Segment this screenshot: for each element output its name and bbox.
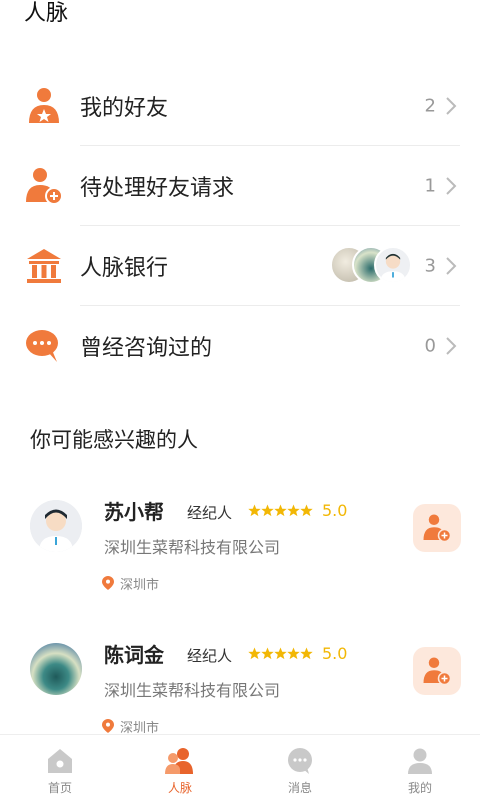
tab-label: 人脉 (167, 781, 192, 795)
chevron-right-icon (446, 177, 457, 195)
rating-stars (248, 647, 314, 661)
page-title: 人脉 (24, 1, 69, 26)
menu-item-label: 人脉银行 (80, 256, 169, 281)
menu-item-count: 2 (424, 95, 436, 117)
chevron-right-icon (446, 97, 457, 115)
chat-bubble-icon (26, 330, 58, 362)
menu-item-my-friends[interactable]: 我的好友 2 (0, 66, 480, 146)
rating-stars (248, 504, 314, 518)
rating-value: 5.0 (322, 501, 348, 520)
add-friend-icon (423, 657, 452, 686)
person-role: 经纪人 (187, 504, 233, 522)
person-company: 深圳生菜帮科技有限公司 (104, 681, 281, 700)
menu-item-label: 曾经咨询过的 (80, 336, 213, 361)
rating-value: 5.0 (322, 644, 348, 663)
home-icon (48, 749, 72, 773)
avatar (374, 246, 412, 284)
avatar-stack (330, 246, 414, 286)
person-company: 深圳生菜帮科技有限公司 (104, 538, 281, 557)
add-friend-button[interactable] (413, 504, 461, 552)
person-name: 苏小帮 (104, 500, 164, 524)
menu-item-count: 1 (424, 175, 436, 197)
chevron-right-icon (446, 337, 457, 355)
profile-icon (408, 748, 432, 774)
bottom-tab-bar: 首页 人脉 消息 我的 (0, 734, 480, 800)
menu-item-contact-bank[interactable]: 人脉银行 3 (0, 226, 480, 306)
tab-label: 我的 (407, 781, 432, 795)
add-friend-icon (26, 168, 63, 205)
add-friend-button[interactable] (413, 647, 461, 695)
avatar[interactable] (30, 500, 82, 552)
bank-icon (27, 249, 61, 283)
menu-item-count: 3 (424, 255, 436, 277)
menu-item-pending-requests[interactable]: 待处理好友请求 1 (0, 146, 480, 226)
star-icon (248, 504, 313, 517)
person-name: 陈词金 (104, 643, 164, 667)
tab-label: 首页 (47, 781, 72, 795)
location-pin-icon (102, 719, 114, 733)
contacts-icon (165, 748, 193, 774)
tab-profile[interactable]: 我的 (360, 735, 480, 800)
person-role: 经纪人 (187, 647, 233, 665)
menu-item-label: 我的好友 (80, 96, 169, 121)
star-icon (248, 647, 313, 660)
chevron-right-icon (446, 257, 457, 275)
location-pin-icon (102, 576, 114, 590)
avatar[interactable] (30, 643, 82, 695)
add-friend-icon (423, 514, 452, 543)
section-title: 你可能感兴趣的人 (30, 428, 198, 452)
person-city: 深圳市 (120, 578, 160, 593)
menu-item-label: 待处理好友请求 (80, 176, 235, 201)
menu-item-count: 0 (424, 335, 436, 357)
tab-messages[interactable]: 消息 (240, 735, 360, 800)
list-item[interactable]: 苏小帮 经纪人 5.0 深圳生菜帮科技有限公司 深圳市 (0, 496, 480, 626)
menu-item-consulted[interactable]: 曾经咨询过的 0 (0, 306, 480, 386)
tab-home[interactable]: 首页 (0, 735, 120, 800)
tab-contacts[interactable]: 人脉 (120, 735, 240, 800)
friend-star-icon (29, 88, 59, 123)
message-icon (288, 748, 312, 774)
contact-menu: 我的好友 2 待处理好友请求 1 人脉银行 3 曾经咨询过的 0 (0, 66, 480, 386)
tab-label: 消息 (287, 781, 312, 795)
